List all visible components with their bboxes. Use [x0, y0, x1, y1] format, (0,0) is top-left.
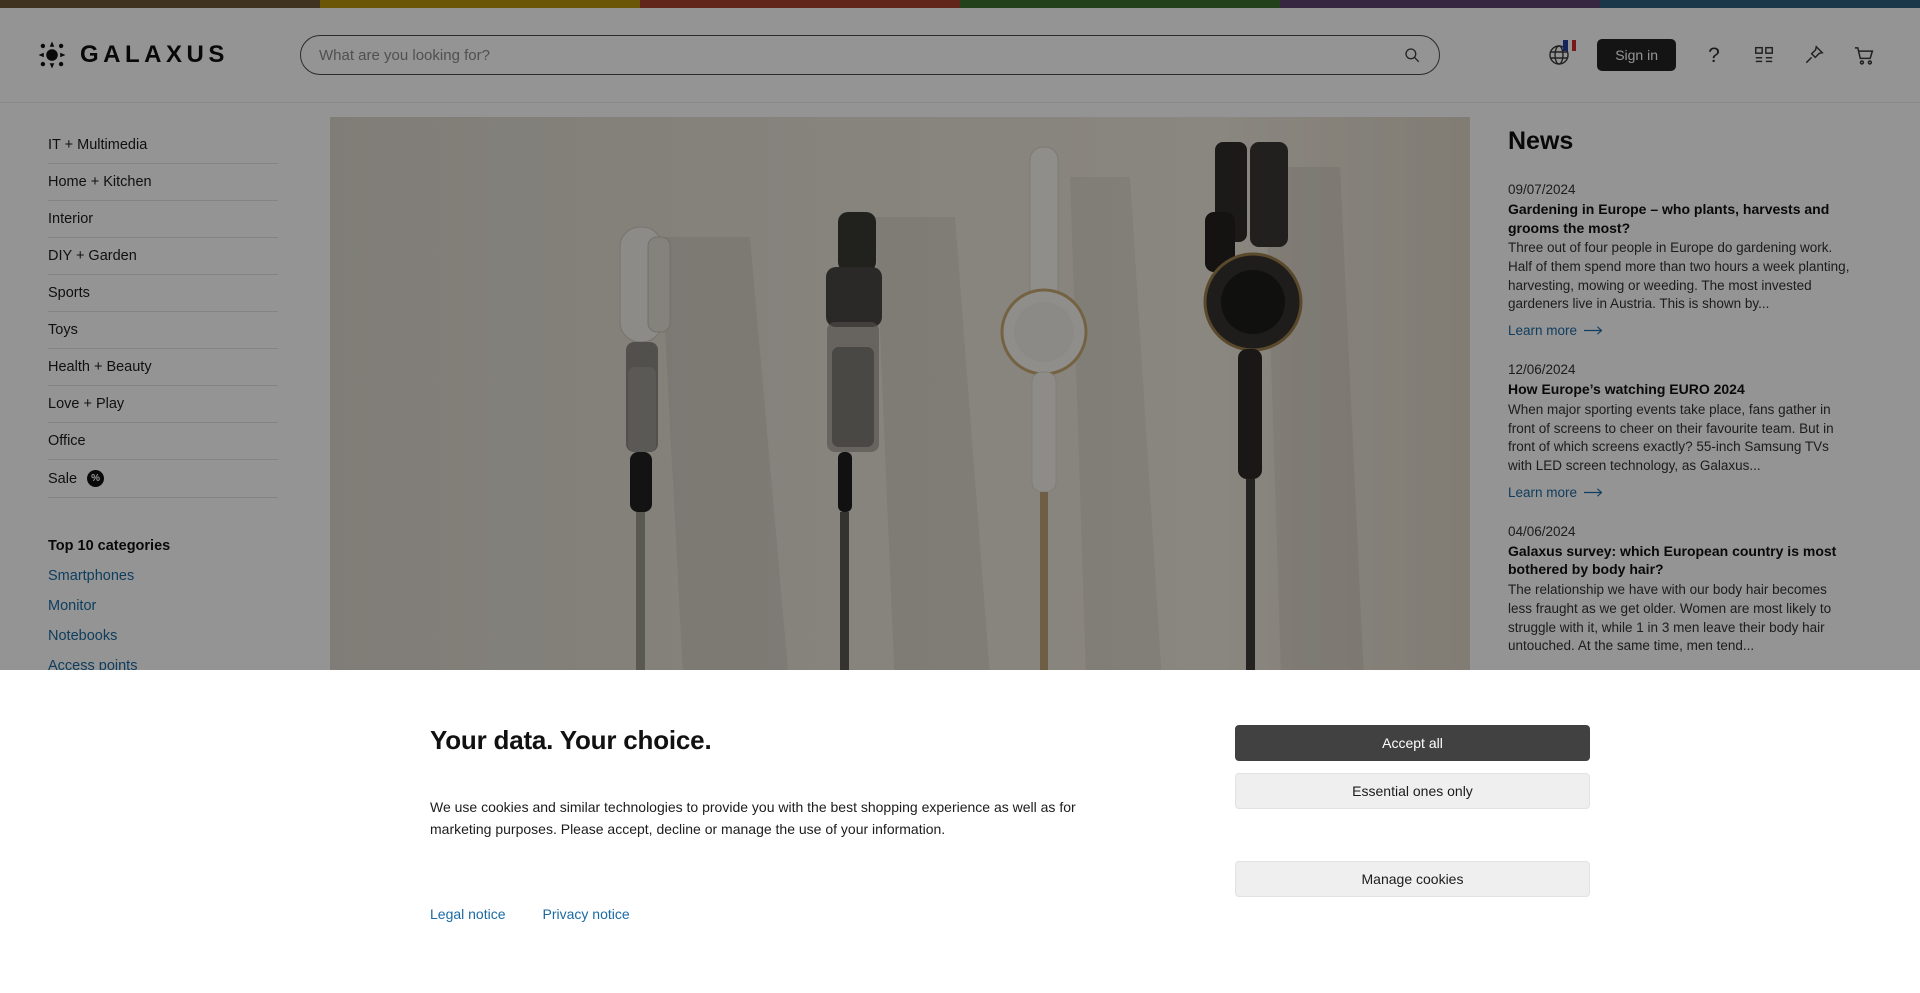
accept-all-button[interactable]: Accept all	[1235, 725, 1590, 761]
cookie-title: Your data. Your choice.	[430, 725, 712, 755]
cookie-description: We use cookies and similar technologies …	[430, 799, 1076, 838]
cookie-buttons-column: Accept all Essential ones only Manage co…	[1235, 725, 1590, 993]
manage-cookies-button[interactable]: Manage cookies	[1235, 861, 1590, 897]
modal-overlay[interactable]	[0, 0, 1920, 670]
cookie-consent-banner: Your data. Your choice. We use cookies a…	[0, 670, 1920, 993]
essential-only-button[interactable]: Essential ones only	[1235, 773, 1590, 809]
cookie-links: Legal notice Privacy notice	[430, 906, 1190, 922]
legal-notice-link[interactable]: Legal notice	[430, 906, 506, 922]
cookie-text-column: Your data. Your choice. We use cookies a…	[430, 725, 1190, 993]
privacy-notice-link[interactable]: Privacy notice	[543, 906, 630, 922]
